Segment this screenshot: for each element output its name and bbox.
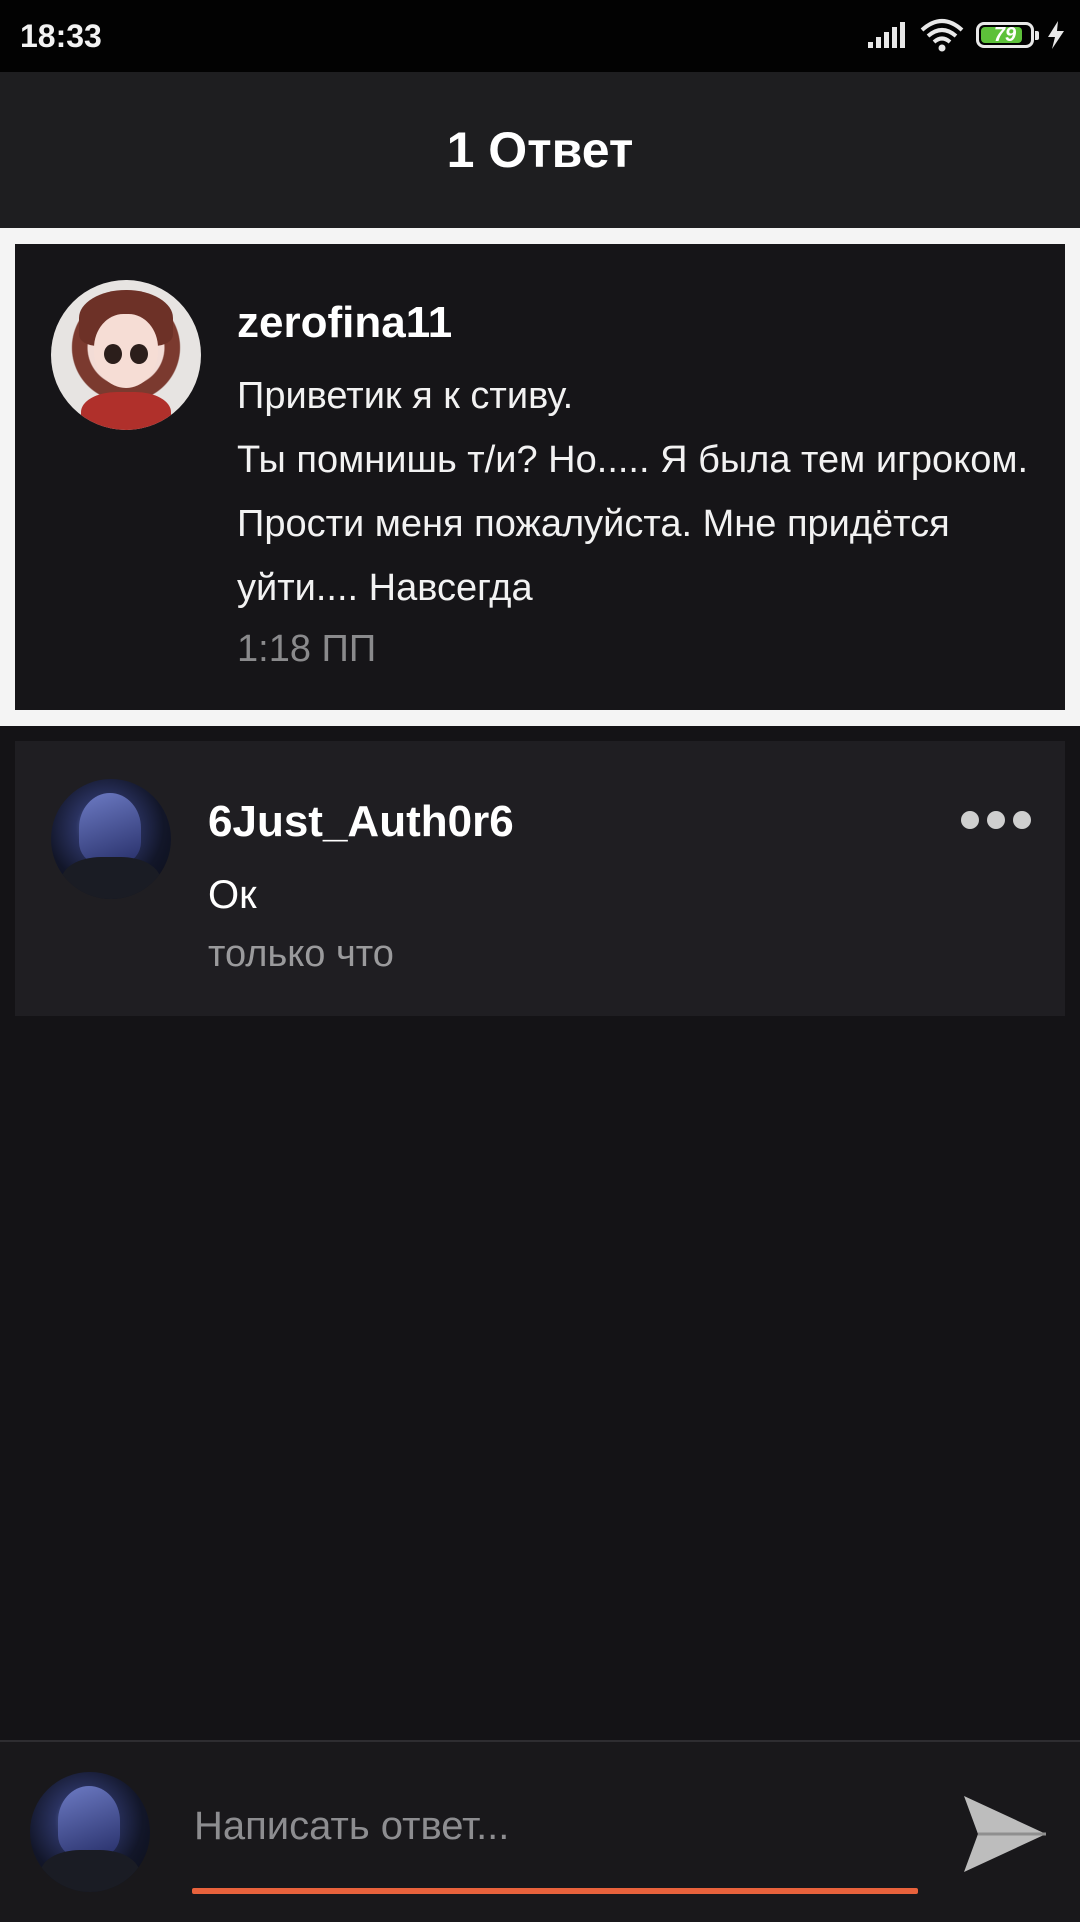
reply-timestamp: только что xyxy=(208,933,394,975)
reply-item: 6Just_Auth0r6 Ок только что xyxy=(15,741,1065,1016)
reply-username[interactable]: 6Just_Auth0r6 xyxy=(208,797,514,847)
app-header: 1 Ответ xyxy=(0,72,1080,228)
reply-input[interactable] xyxy=(192,1790,920,1862)
composer-avatar xyxy=(30,1772,150,1892)
input-underline xyxy=(192,1888,918,1894)
status-time: 18:33 xyxy=(20,18,102,54)
reply-text: Ок xyxy=(208,873,257,917)
wifi-icon xyxy=(920,19,964,52)
post-username[interactable]: zerofina11 xyxy=(237,298,452,348)
send-icon[interactable] xyxy=(960,1792,1050,1876)
post-timestamp: 1:18 ПП xyxy=(237,628,377,670)
reply-avatar[interactable] xyxy=(51,779,171,899)
original-post-frame: zerofina11 Приветик я к стиву. Ты помниш… xyxy=(0,228,1080,726)
post-text: Приветик я к стиву. Ты помнишь т/и? Но..… xyxy=(237,375,1029,609)
avatar[interactable] xyxy=(51,280,201,430)
reply-composer xyxy=(0,1740,1080,1922)
original-post: zerofina11 Приветик я к стиву. Ты помниш… xyxy=(15,244,1065,710)
signal-icon xyxy=(868,22,905,48)
charging-icon xyxy=(1048,21,1064,49)
battery-icon: 79 xyxy=(976,22,1039,48)
status-bar: 18:33 79 xyxy=(0,0,1080,72)
more-options-icon[interactable] xyxy=(961,811,1031,829)
status-icons: 79 xyxy=(866,18,1066,52)
battery-level: 79 xyxy=(993,23,1017,46)
page-title: 1 Ответ xyxy=(446,122,634,178)
